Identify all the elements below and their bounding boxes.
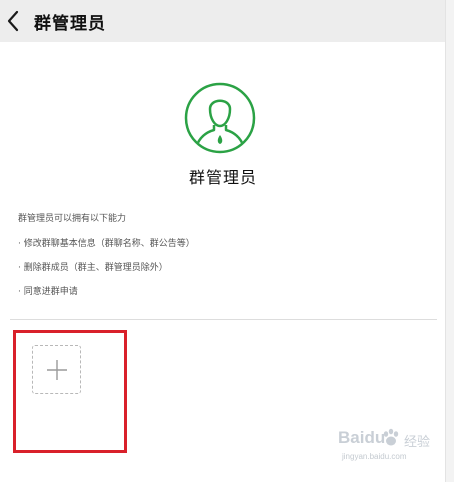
ability-item: · 同意进群申请 (18, 287, 78, 297)
watermark-logo-text: Baidu (338, 428, 386, 447)
person-avatar-icon (183, 81, 257, 155)
watermark-url: jingyan.baidu.com (342, 452, 407, 461)
ability-item: · 删除群成员（群主、群管理员除外） (18, 263, 168, 273)
abilities-intro: 群管理员可以拥有以下能力 (18, 214, 127, 224)
plus-icon (47, 360, 67, 380)
paw-icon (381, 428, 401, 448)
top-navigation-bar: 群管理员 (0, 0, 446, 42)
watermark-cn-text: 经验 (404, 435, 431, 450)
section-divider (10, 319, 437, 320)
page-title: 群管理员 (34, 14, 106, 34)
scrollbar-strip (445, 0, 454, 482)
role-name: 群管理员 (188, 168, 257, 187)
chevron-left-icon[interactable] (6, 10, 20, 32)
baidu-jingyan-watermark: Baidu 经验 jingyan.baidu.com (338, 428, 442, 468)
ability-item: · 修改群聊基本信息（群聊名称、群公告等） (18, 239, 195, 249)
add-admin-button[interactable] (32, 345, 81, 394)
